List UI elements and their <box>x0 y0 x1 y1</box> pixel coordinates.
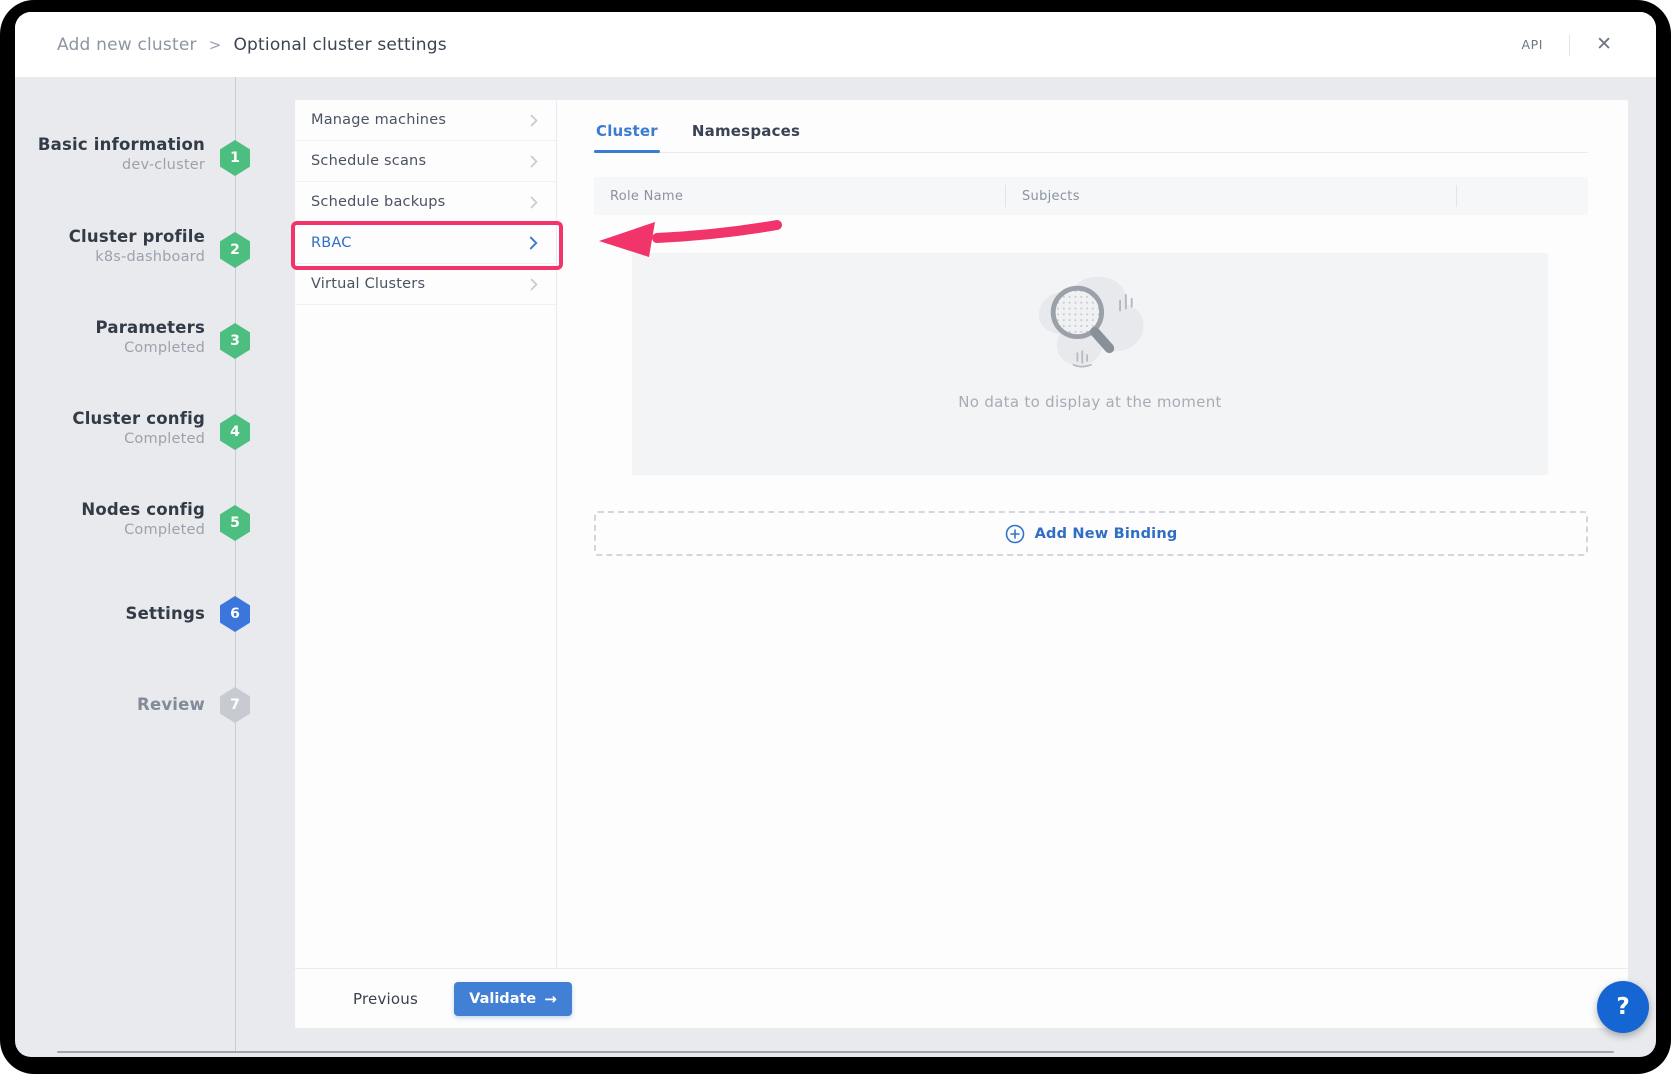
step-label: Cluster profile <box>15 226 205 247</box>
step-review[interactable]: Review <box>15 694 205 715</box>
close-icon[interactable]: ✕ <box>1596 35 1612 54</box>
modal-header: Add new cluster > Optional cluster setti… <box>15 12 1656 77</box>
settings-card: Manage machines Schedule scans Schedule … <box>295 100 1628 1028</box>
step-cluster-profile[interactable]: Cluster profile k8s-dashboard <box>15 226 205 269</box>
menu-item-manage-machines[interactable]: Manage machines <box>295 100 556 141</box>
step-badge-1[interactable]: 1 <box>220 140 250 176</box>
chevron-right-icon <box>530 196 538 209</box>
step-label: Cluster config <box>15 408 205 429</box>
header-actions: API ✕ <box>1522 34 1613 56</box>
chevron-right-icon <box>530 114 538 127</box>
step-sublabel: Completed <box>15 520 205 542</box>
empty-state-panel: No data to display at the moment <box>632 253 1548 475</box>
breadcrumb-parent[interactable]: Add new cluster <box>57 35 197 55</box>
previous-button[interactable]: Previous <box>353 990 418 1008</box>
menu-item-label: Schedule backups <box>311 194 445 210</box>
validate-label: Validate <box>469 991 536 1007</box>
step-cluster-config[interactable]: Cluster config Completed <box>15 408 205 451</box>
menu-item-schedule-backups[interactable]: Schedule backups <box>295 182 556 223</box>
arrow-right-icon: → <box>544 990 557 1008</box>
menu-item-schedule-scans[interactable]: Schedule scans <box>295 141 556 182</box>
step-badge-3[interactable]: 3 <box>220 323 250 359</box>
column-header-subjects: Subjects <box>1006 189 1456 204</box>
step-sublabel: k8s-dashboard <box>15 247 205 269</box>
step-parameters[interactable]: Parameters Completed <box>15 317 205 360</box>
stepper-connector-line <box>235 77 236 1053</box>
chevron-right-icon <box>530 278 538 291</box>
chevron-right-icon <box>530 155 538 168</box>
menu-item-label: Schedule scans <box>311 153 426 169</box>
chevron-right-icon <box>529 236 538 250</box>
menu-item-label: RBAC <box>311 235 352 251</box>
rbac-tabbar: Cluster Namespaces <box>594 110 1588 153</box>
step-badge-4[interactable]: 4 <box>220 414 250 450</box>
menu-item-rbac[interactable]: RBAC <box>295 223 556 264</box>
step-badge-5[interactable]: 5 <box>220 505 250 541</box>
step-badge-6[interactable]: 6 <box>220 596 250 632</box>
column-divider <box>1456 185 1457 207</box>
column-header-role-name: Role Name <box>594 189 1005 204</box>
add-new-binding-button[interactable]: Add New Binding <box>594 511 1588 556</box>
card-footer: Previous Validate → <box>295 968 1628 1028</box>
step-badge-7[interactable]: 7 <box>220 687 250 723</box>
step-sublabel: Completed <box>15 338 205 360</box>
magnifier-empty-icon <box>1027 271 1153 383</box>
screenshot-canvas: Add new cluster > Optional cluster setti… <box>0 0 1671 1074</box>
add-new-binding-label: Add New Binding <box>1035 526 1178 542</box>
validate-button[interactable]: Validate → <box>454 982 572 1016</box>
menu-item-label: Manage machines <box>311 112 446 128</box>
step-basic-information[interactable]: Basic information dev-cluster <box>15 134 205 177</box>
step-label: Review <box>15 694 205 715</box>
step-label: Parameters <box>15 317 205 338</box>
step-label: Settings <box>15 603 205 624</box>
api-button[interactable]: API <box>1522 37 1544 52</box>
tab-cluster[interactable]: Cluster <box>594 110 660 152</box>
step-badge-2[interactable]: 2 <box>220 232 250 268</box>
plus-circle-icon <box>1005 524 1025 544</box>
step-label: Nodes config <box>15 499 205 520</box>
page-title: Optional cluster settings <box>233 35 446 55</box>
header-divider <box>1569 34 1570 56</box>
step-sublabel: Completed <box>15 429 205 451</box>
tab-namespaces[interactable]: Namespaces <box>690 110 802 152</box>
help-button[interactable]: ? <box>1597 981 1649 1033</box>
menu-item-virtual-clusters[interactable]: Virtual Clusters <box>295 264 556 305</box>
breadcrumb-separator: > <box>209 36 222 54</box>
step-sublabel: dev-cluster <box>15 155 205 177</box>
breadcrumb: Add new cluster > Optional cluster setti… <box>57 35 447 55</box>
add-cluster-modal: Add new cluster > Optional cluster setti… <box>15 12 1656 1057</box>
menu-item-label: Virtual Clusters <box>311 276 425 292</box>
settings-menu: Manage machines Schedule scans Schedule … <box>295 100 557 968</box>
window-bottom-edge <box>57 1051 1614 1053</box>
step-settings[interactable]: Settings <box>15 603 205 624</box>
empty-state-message: No data to display at the moment <box>958 393 1221 411</box>
step-label: Basic information <box>15 134 205 155</box>
bindings-table-header: Role Name Subjects <box>594 177 1588 215</box>
step-nodes-config[interactable]: Nodes config Completed <box>15 499 205 542</box>
